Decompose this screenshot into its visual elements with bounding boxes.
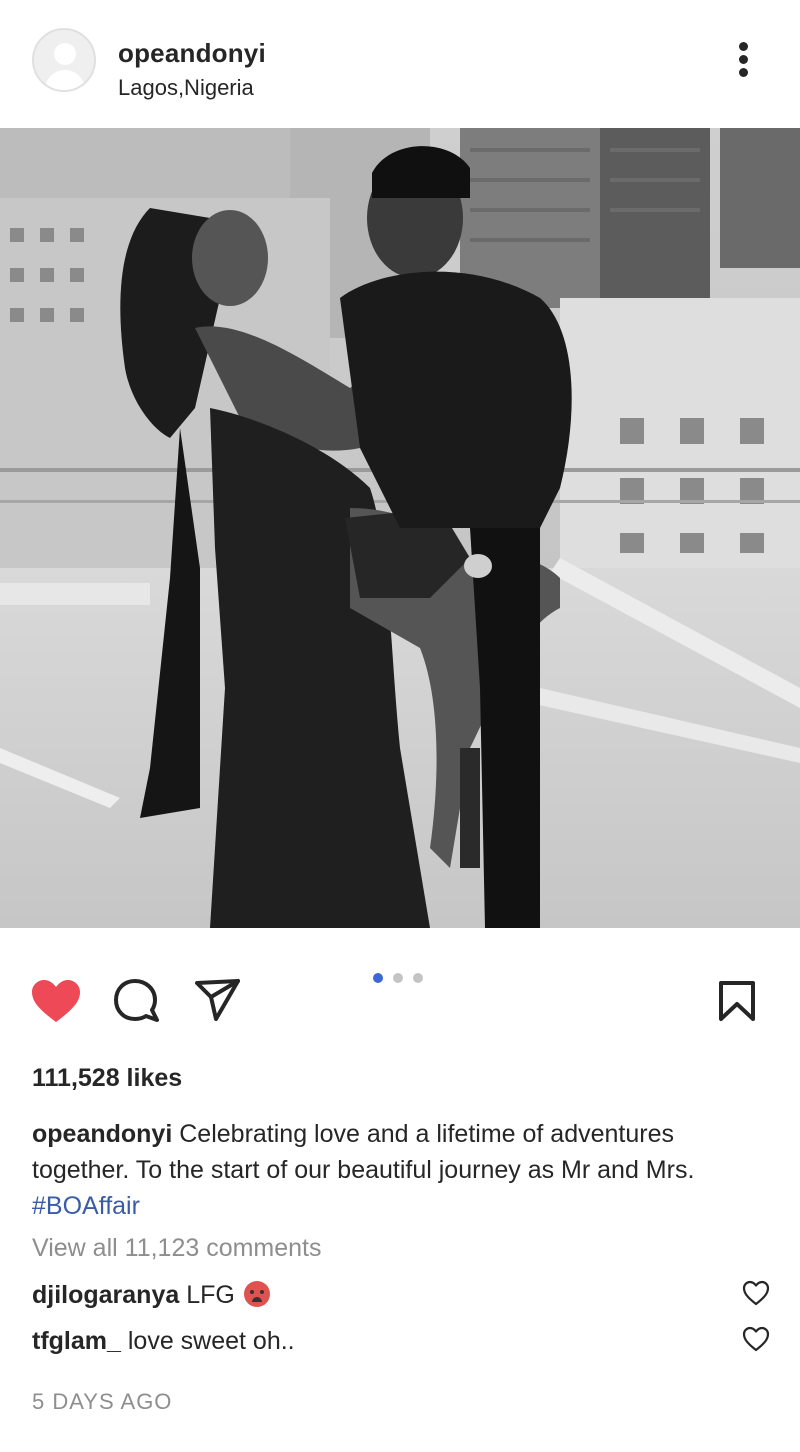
heart-filled-icon[interactable] (30, 978, 82, 1029)
heart-outline-icon[interactable] (742, 1326, 770, 1357)
more-dot (739, 68, 748, 77)
comment-row: tfglam_ love sweet oh.. (32, 1327, 722, 1356)
comment-row: djilogaranya LFG (32, 1281, 722, 1310)
wedding-couple-photo (0, 128, 800, 928)
post-timestamp: 5 DAYS AGO (32, 1389, 173, 1414)
avatar[interactable] (32, 28, 96, 92)
heart-outline-icon[interactable] (742, 1280, 770, 1311)
likes-count[interactable]: 111,528 likes (32, 1064, 182, 1093)
avatar-head-shape (54, 43, 76, 65)
comment-text: LFG (186, 1281, 235, 1309)
action-bar (0, 928, 800, 1058)
post-username[interactable]: opeandonyi (118, 38, 266, 69)
post-header: opeandonyi Lagos,Nigeria (0, 0, 800, 128)
caption-username[interactable]: opeandonyi (32, 1120, 172, 1148)
avatar-body-shape (45, 70, 85, 90)
comment-text: love sweet oh.. (127, 1327, 295, 1355)
view-all-comments-link[interactable]: View all 11,123 comments (32, 1234, 322, 1263)
more-dot (739, 42, 748, 51)
carousel-dot (413, 973, 423, 983)
more-options-icon[interactable] (726, 38, 762, 82)
carousel-dot-active (373, 973, 383, 983)
post-caption: opeandonyi Celebrating love and a lifeti… (32, 1116, 777, 1224)
more-dot (739, 55, 748, 64)
carousel-dot (393, 973, 403, 983)
carousel-indicator (373, 970, 433, 983)
paper-plane-icon[interactable] (194, 978, 242, 1027)
comment-bubble-icon[interactable] (113, 978, 161, 1029)
flushed-face-emoji (243, 1281, 270, 1307)
post-location[interactable]: Lagos,Nigeria (118, 75, 254, 101)
caption-hashtag[interactable]: #BOAffair (32, 1192, 140, 1220)
comment-username[interactable]: djilogaranya (32, 1281, 179, 1309)
bookmark-icon[interactable] (718, 980, 756, 1027)
comment-username[interactable]: tfglam_ (32, 1327, 121, 1355)
post-photo[interactable] (0, 128, 800, 928)
